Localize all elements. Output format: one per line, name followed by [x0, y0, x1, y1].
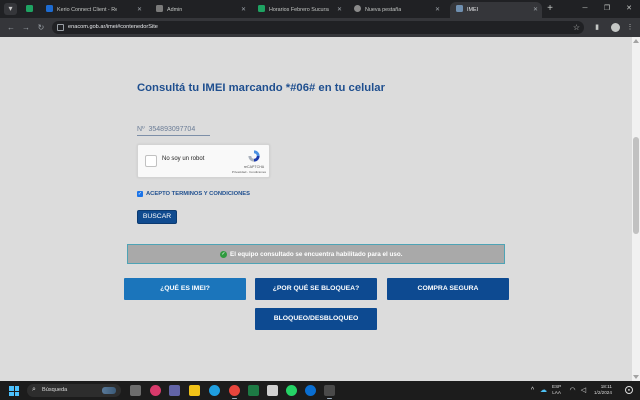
chevron-up-icon[interactable]: ^ [528, 385, 537, 396]
windows-taskbar: ⌕ Búsqueda ^ ☁ ESP LAA ◠ ◁ 18:11 1/2/202… [0, 381, 640, 400]
notepad-icon[interactable] [267, 385, 278, 396]
tab-sheets-1[interactable] [20, 2, 38, 18]
page-scrollbar[interactable] [632, 37, 640, 381]
recaptcha-brand: reCAPTCHA [243, 165, 265, 169]
side-panel-icon[interactable]: ▮ [591, 21, 603, 34]
tab-title: Nueva pestaña [365, 7, 402, 13]
tab-title: Kerio Connect Client - Re: I [57, 7, 117, 13]
recaptcha-links[interactable]: Privacidad - Condiciones [228, 170, 270, 174]
taskbar-search-label: Búsqueda [42, 387, 68, 393]
browser-tab-strip: ▾ Kerio Connect Client - Re: I ✕ Admin ✕… [0, 0, 640, 18]
tab-title: Admin [167, 7, 183, 13]
search-highlight-icon [102, 387, 116, 394]
scroll-up-icon[interactable] [633, 39, 639, 43]
scroll-thumb[interactable] [633, 137, 639, 234]
close-icon[interactable]: ✕ [337, 2, 342, 18]
close-icon[interactable]: ✕ [435, 2, 440, 18]
new-tab-icon[interactable]: + [544, 2, 556, 16]
tab-horarios-febrero[interactable]: Horarios Febrero Sucursales ✕ [252, 2, 346, 18]
tab-title: IMEI [467, 7, 479, 13]
admin-icon [156, 5, 163, 12]
language-indicator[interactable]: ESP LAA [552, 384, 561, 396]
excel-icon[interactable] [248, 385, 259, 396]
recaptcha-label: No soy un robot [162, 156, 205, 162]
back-icon[interactable]: ← [5, 21, 17, 34]
file-explorer-icon[interactable] [189, 385, 200, 396]
sheets-icon [258, 5, 265, 12]
check-circle-icon: ✓ [220, 251, 227, 258]
menu-kebab-icon[interactable]: ⋮ [624, 21, 636, 34]
sheets-icon [26, 5, 33, 12]
browser-toolbar: ← → ↻ enacom.gob.ar/imei#contenedorSite … [0, 18, 640, 37]
tab-imei[interactable]: IMEI ✕ [450, 2, 542, 18]
search-button[interactable]: BUSCAR [137, 210, 177, 224]
recaptcha-checkbox[interactable] [145, 155, 157, 167]
imei-input[interactable] [137, 124, 210, 136]
windows-start-icon[interactable] [9, 386, 19, 396]
wifi-icon[interactable]: ◠ [568, 385, 577, 396]
search-icon: ⌕ [32, 386, 36, 393]
chrome-icon[interactable] [229, 385, 240, 399]
imei-tab-icon [456, 5, 463, 12]
scroll-down-icon[interactable] [633, 375, 639, 379]
result-message: El equipo consultado se encuentra habili… [230, 251, 403, 258]
tab-nueva-pestana[interactable]: Nueva pestaña ✕ [348, 2, 444, 18]
volume-icon[interactable]: ◁ [579, 385, 588, 396]
terms-checkbox[interactable]: ✓ [137, 191, 143, 197]
close-icon[interactable]: ✕ [241, 2, 246, 18]
minimize-icon[interactable]: ─ [577, 2, 593, 16]
chrome-icon [354, 5, 361, 12]
tab-kerio-connect[interactable]: Kerio Connect Client - Re: I ✕ [40, 2, 146, 18]
tab-search-icon[interactable]: ▾ [4, 3, 17, 15]
tab-title: Horarios Febrero Sucursales [269, 7, 329, 13]
keyboard-layout: LAA [552, 390, 561, 395]
clock-date: 1/2/2024 [594, 390, 612, 395]
window-close-icon[interactable]: ✕ [621, 2, 637, 16]
maximize-icon[interactable]: ❐ [599, 2, 615, 16]
terms-label[interactable]: ACEPTO TERMINOS Y CONDICIONES [146, 191, 250, 198]
profile-avatar[interactable] [611, 23, 620, 32]
whatsapp-icon[interactable] [286, 385, 297, 396]
block-unblock-button[interactable]: BLOQUEO/DESBLOQUEO [255, 308, 377, 330]
tab-admin[interactable]: Admin ✕ [150, 2, 250, 18]
site-info-icon[interactable] [57, 24, 64, 31]
forward-icon[interactable]: → [20, 21, 32, 34]
teams-icon[interactable] [169, 385, 180, 396]
task-view-icon[interactable] [130, 385, 141, 396]
address-url[interactable]: enacom.gob.ar/imei#contenedorSite [68, 21, 158, 34]
notification-bell-icon[interactable]: ● [625, 386, 633, 394]
address-bar[interactable]: enacom.gob.ar/imei#contenedorSite ☆ [52, 21, 584, 34]
safe-purchase-button[interactable]: COMPRA SEGURA [387, 278, 509, 300]
recaptcha-widget: No soy un robot reCAPTCHA Privacidad - C… [137, 144, 270, 178]
app-icon-3[interactable] [324, 385, 335, 399]
recaptcha-logo-icon [248, 150, 260, 162]
what-is-imei-button[interactable]: ¿QUÉ ES IMEI? [124, 278, 246, 300]
taskbar-clock[interactable]: 18:11 1/2/2024 [594, 384, 612, 396]
close-icon[interactable]: ✕ [137, 2, 142, 18]
app-icon-2[interactable] [305, 385, 316, 396]
why-blocked-button[interactable]: ¿POR QUÉ SE BLOQUEA? [255, 278, 377, 300]
edge-icon[interactable] [209, 385, 220, 396]
kerio-icon [46, 5, 53, 12]
bookmark-star-icon[interactable]: ☆ [573, 21, 580, 34]
result-banner: ✓ El equipo consultado se encuentra habi… [127, 244, 505, 264]
page-content: Consultá tu IMEI marcando *#06# en tu ce… [0, 37, 632, 381]
close-icon[interactable]: ✕ [533, 2, 538, 18]
cloud-icon[interactable]: ☁ [539, 385, 548, 396]
taskbar-search[interactable]: ⌕ Búsqueda [27, 384, 121, 397]
page-heading: Consultá tu IMEI marcando *#06# en tu ce… [137, 82, 385, 94]
app-icon[interactable] [150, 385, 161, 396]
reload-icon[interactable]: ↻ [35, 21, 47, 34]
